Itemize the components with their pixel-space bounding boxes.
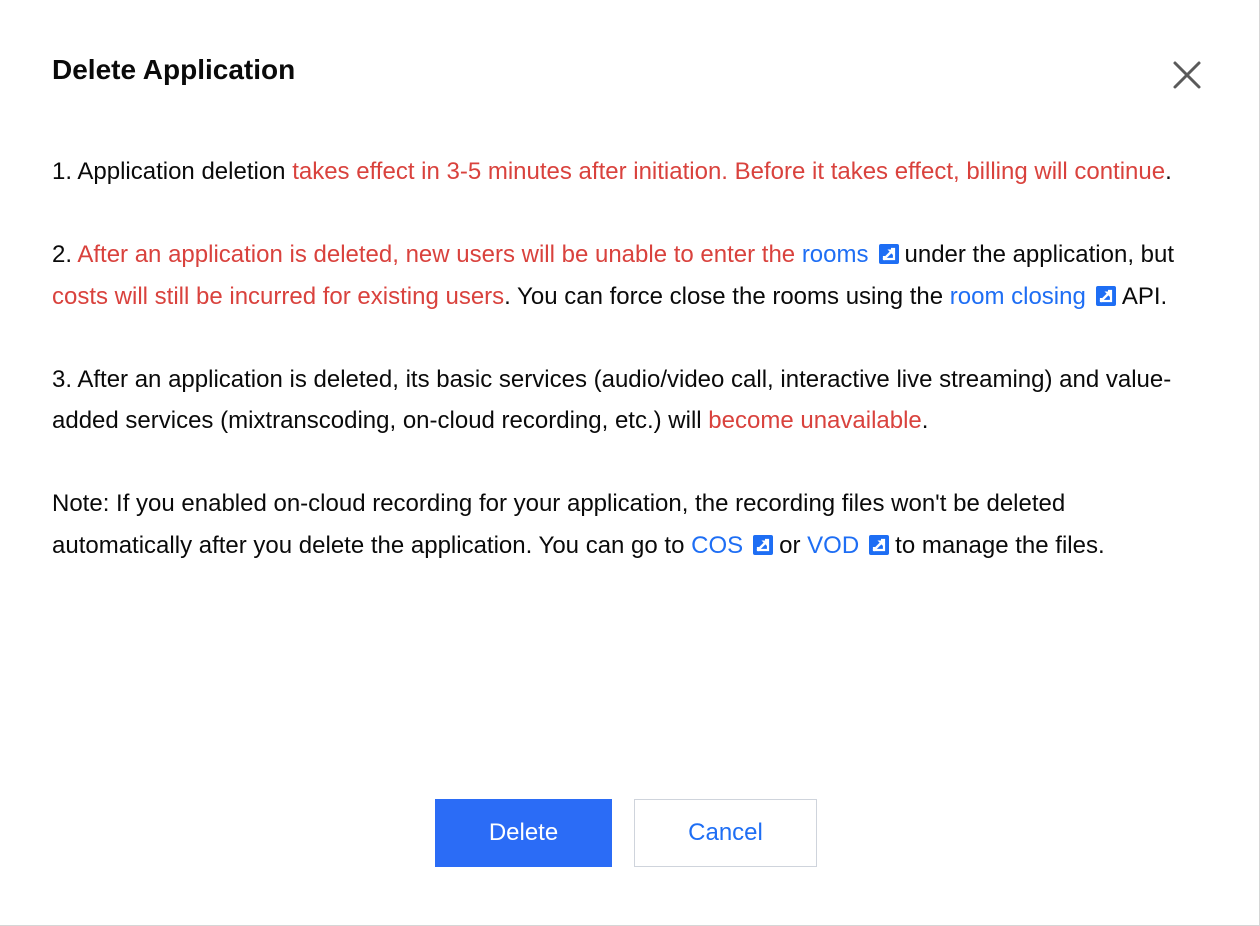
note-text-2: or	[779, 531, 808, 559]
paragraph-1-end: .	[1165, 158, 1172, 185]
paragraph-2-text-1: under the application, but	[904, 241, 1175, 268]
rooms-link[interactable]: rooms	[802, 241, 905, 268]
cos-link-label: COS	[691, 531, 744, 559]
paragraph-2-warning-1: After an application is deleted, new use…	[77, 241, 796, 268]
paragraph-3-warning: become unavailable	[708, 407, 922, 434]
paragraph-1: 1. Application deletion takes effect in …	[52, 151, 1202, 193]
paragraph-2-text-3: API.	[1121, 282, 1168, 310]
rooms-link-label: rooms	[801, 241, 869, 268]
close-icon	[1173, 61, 1201, 89]
note-paragraph: Note: If you enabled on-cloud recording …	[52, 483, 1202, 566]
dialog-body: 1. Application deletion takes effect in …	[52, 151, 1202, 608]
paragraph-1-text: 1. Application deletion	[52, 158, 293, 185]
external-link-icon	[878, 244, 899, 264]
room-closing-link-label: room closing	[949, 282, 1086, 310]
delete-button[interactable]: Delete	[435, 799, 612, 867]
vod-link[interactable]: VOD	[807, 532, 895, 559]
room-closing-link[interactable]: room closing	[950, 283, 1122, 310]
vod-link-label: VOD	[807, 531, 860, 559]
cancel-button[interactable]: Cancel	[634, 799, 817, 867]
paragraph-3-end: .	[921, 407, 929, 434]
paragraph-2-text-2: . You can force close the rooms using th…	[504, 282, 950, 310]
paragraph-3-text: 3. After an application is deleted, its …	[52, 365, 1172, 435]
paragraph-2-warning-2: costs will still be incurred for existin…	[52, 282, 505, 310]
delete-application-dialog: Delete Application 1. Application deleti…	[0, 0, 1260, 926]
close-button[interactable]	[1168, 56, 1206, 94]
external-link-icon	[753, 534, 774, 555]
dialog-title: Delete Application	[52, 54, 296, 85]
paragraph-3: 3. After an application is deleted, its …	[52, 359, 1202, 442]
paragraph-1-warning: takes effect in 3-5 minutes after initia…	[292, 158, 1166, 185]
paragraph-2-space	[795, 241, 802, 268]
cos-link[interactable]: COS	[691, 532, 779, 559]
external-link-icon	[869, 534, 890, 555]
paragraph-2: 2. After an application is deleted, new …	[52, 234, 1202, 317]
paragraph-2-number: 2.	[52, 241, 78, 268]
external-link-icon	[1095, 285, 1116, 306]
note-text-3: to manage the files.	[895, 531, 1105, 559]
